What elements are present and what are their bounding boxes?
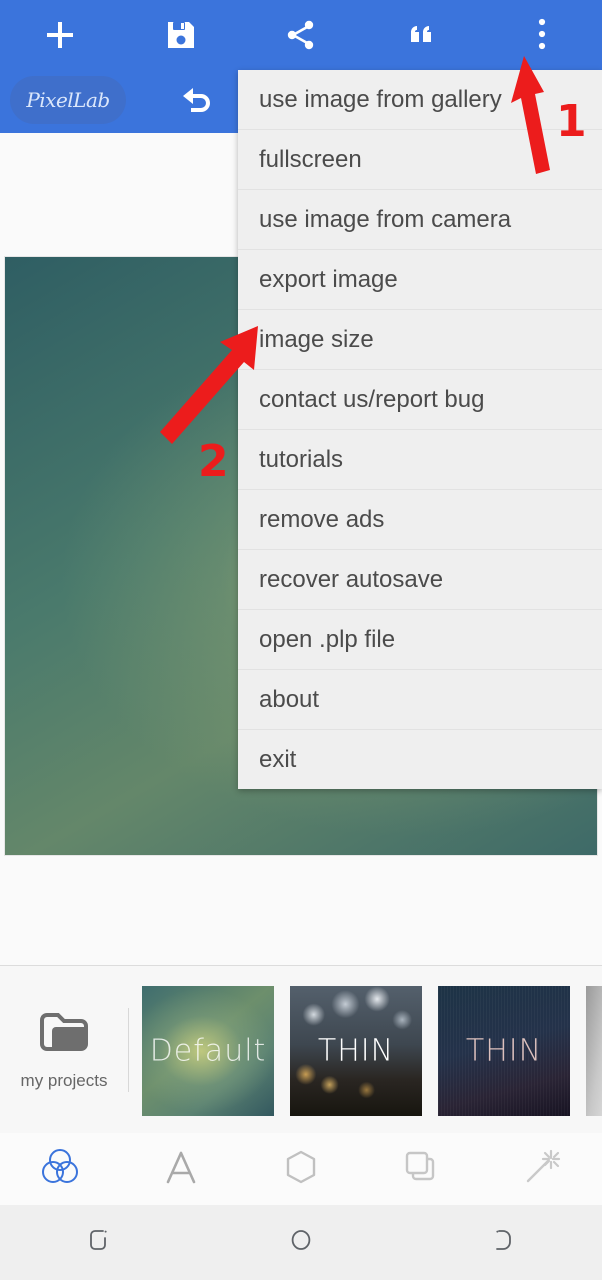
menu-item-contact-us-report-bug[interactable]: contact us/report bug (238, 370, 602, 430)
undo-arrow-icon (178, 83, 214, 120)
tool-text[interactable] (120, 1133, 240, 1205)
save-button[interactable] (120, 0, 240, 70)
quote-icon (405, 19, 437, 51)
my-projects-label: my projects (20, 1070, 108, 1090)
tool-effects[interactable] (482, 1133, 602, 1205)
thumbnail-label: THIN (465, 1033, 543, 1069)
annotation-number-2: 2 (198, 436, 229, 487)
project-thumbnail-partial[interactable] (586, 986, 602, 1116)
app-logo[interactable]: PixelLab (10, 76, 126, 124)
layers-icon (399, 1145, 443, 1194)
tool-layers[interactable] (361, 1133, 481, 1205)
undo-button[interactable] (168, 78, 224, 124)
three-circles-icon (37, 1144, 83, 1195)
back-icon (488, 1226, 516, 1259)
overflow-menu-button[interactable] (482, 0, 602, 70)
thumbnail-label: THIN (317, 1033, 395, 1069)
menu-item-use-image-from-camera[interactable]: use image from camera (238, 190, 602, 250)
quote-button[interactable] (361, 0, 481, 70)
app-logo-label: PixelLab (26, 88, 110, 112)
app-screen: PixelLab use image from gallery fullscre… (0, 0, 602, 1280)
menu-item-fullscreen[interactable]: fullscreen (238, 130, 602, 190)
menu-item-remove-ads[interactable]: remove ads (238, 490, 602, 550)
overflow-dropdown-menu: use image from gallery fullscreen use im… (238, 70, 602, 789)
share-icon (284, 18, 318, 52)
project-thumbnail[interactable]: THIN (438, 986, 570, 1116)
projects-strip: my projects Default THIN THIN (0, 965, 602, 1135)
project-thumbnail-list[interactable]: Default THIN THIN (142, 986, 602, 1116)
save-floppy-icon (165, 19, 197, 51)
hexagon-icon (279, 1145, 323, 1194)
android-system-nav (0, 1205, 602, 1280)
folder-icon (36, 1010, 92, 1063)
thumbnail-label: Default (149, 1033, 267, 1069)
share-button[interactable] (241, 0, 361, 70)
recents-icon (86, 1226, 114, 1259)
menu-item-open-plp-file[interactable]: open .plp file (238, 610, 602, 670)
strip-divider (128, 1008, 129, 1092)
letter-a-icon (159, 1145, 203, 1194)
my-projects-button[interactable]: my projects (0, 966, 128, 1134)
tool-shape[interactable] (241, 1133, 361, 1205)
menu-item-use-image-from-gallery[interactable]: use image from gallery (238, 70, 602, 130)
plus-icon (43, 18, 77, 52)
magic-wand-icon (520, 1145, 564, 1194)
tool-color-circles[interactable] (0, 1133, 120, 1205)
home-circle-icon (287, 1226, 315, 1259)
add-button[interactable] (0, 0, 120, 70)
project-thumbnail[interactable]: Default (142, 986, 274, 1116)
menu-item-about[interactable]: about (238, 670, 602, 730)
menu-item-image-size[interactable]: image size (238, 310, 602, 370)
back-button[interactable] (401, 1205, 602, 1280)
menu-item-exit[interactable]: exit (238, 730, 602, 789)
project-thumbnail[interactable]: THIN (290, 986, 422, 1116)
menu-item-recover-autosave[interactable]: recover autosave (238, 550, 602, 610)
menu-item-export-image[interactable]: export image (238, 250, 602, 310)
menu-item-tutorials[interactable]: tutorials (238, 430, 602, 490)
three-dots-icon (536, 17, 548, 53)
recents-button[interactable] (0, 1205, 201, 1280)
bottom-tool-nav (0, 1133, 602, 1206)
annotation-number-1: 1 (556, 96, 587, 147)
home-button[interactable] (201, 1205, 402, 1280)
toolbar-icon-row (0, 0, 602, 70)
